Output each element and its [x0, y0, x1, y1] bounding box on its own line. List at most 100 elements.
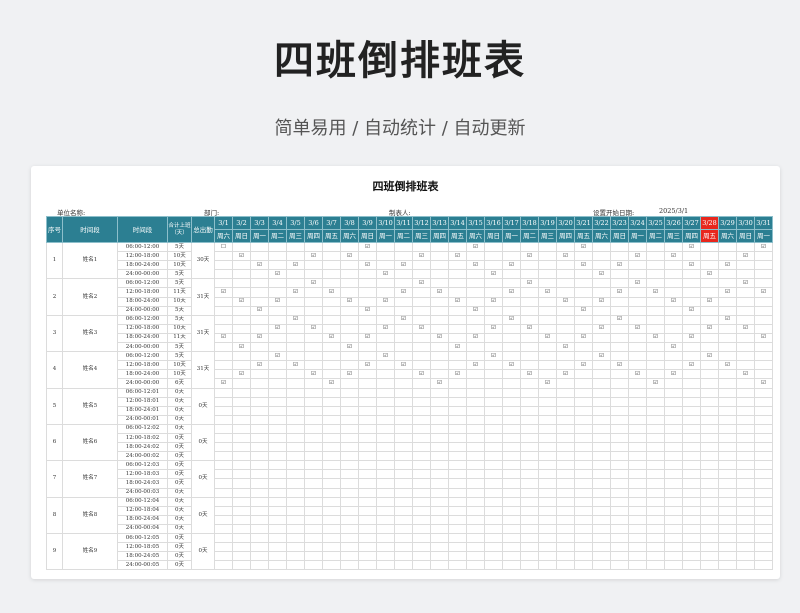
- shift-checkbox[interactable]: [574, 369, 593, 380]
- shift-checkbox[interactable]: [358, 423, 377, 434]
- shift-checkbox[interactable]: [412, 241, 431, 253]
- shift-checkbox[interactable]: [736, 378, 755, 389]
- shift-checkbox[interactable]: [340, 260, 359, 271]
- shift-checkbox[interactable]: ☑: [466, 332, 485, 344]
- shift-checkbox[interactable]: [376, 523, 395, 535]
- shift-checkbox[interactable]: [754, 423, 773, 434]
- shift-checkbox[interactable]: [394, 323, 413, 334]
- shift-checkbox[interactable]: [610, 432, 629, 444]
- shift-checkbox[interactable]: [448, 305, 467, 316]
- shift-checkbox[interactable]: [700, 442, 719, 453]
- shift-checkbox[interactable]: ☑: [754, 241, 773, 253]
- shift-checkbox[interactable]: [376, 360, 395, 371]
- shift-checkbox[interactable]: [250, 414, 269, 425]
- shift-checkbox[interactable]: [736, 487, 755, 498]
- shift-checkbox[interactable]: [286, 423, 305, 434]
- shift-checkbox[interactable]: [556, 505, 575, 516]
- shift-checkbox[interactable]: [412, 332, 431, 344]
- shift-checkbox[interactable]: [682, 478, 701, 489]
- shift-checkbox[interactable]: [340, 496, 359, 507]
- shift-checkbox[interactable]: [250, 442, 269, 453]
- shift-checkbox[interactable]: [502, 278, 521, 289]
- shift-checkbox[interactable]: [754, 514, 773, 525]
- shift-checkbox[interactable]: [358, 251, 377, 262]
- shift-checkbox[interactable]: [250, 241, 269, 253]
- shift-checkbox[interactable]: ☑: [664, 369, 683, 380]
- shift-checkbox[interactable]: [574, 296, 593, 307]
- shift-checkbox[interactable]: ☑: [736, 323, 755, 334]
- shift-checkbox[interactable]: [232, 505, 251, 516]
- shift-checkbox[interactable]: [286, 514, 305, 525]
- shift-checkbox[interactable]: [358, 296, 377, 307]
- shift-checkbox[interactable]: [718, 423, 737, 434]
- shift-checkbox[interactable]: ☑: [574, 305, 593, 316]
- shift-checkbox[interactable]: ☑: [304, 278, 323, 289]
- shift-checkbox[interactable]: [232, 396, 251, 407]
- shift-checkbox[interactable]: [466, 532, 485, 544]
- shift-checkbox[interactable]: [484, 378, 503, 389]
- shift-checkbox[interactable]: ☑: [538, 378, 557, 389]
- shift-checkbox[interactable]: [268, 387, 287, 398]
- shift-checkbox[interactable]: [700, 305, 719, 316]
- shift-checkbox[interactable]: [628, 505, 647, 516]
- shift-checkbox[interactable]: [502, 296, 521, 307]
- shift-checkbox[interactable]: [520, 451, 539, 462]
- shift-checkbox[interactable]: [448, 278, 467, 289]
- shift-checkbox[interactable]: [592, 487, 611, 498]
- shift-checkbox[interactable]: [322, 542, 341, 553]
- shift-checkbox[interactable]: [232, 332, 251, 344]
- shift-checkbox[interactable]: [214, 478, 233, 489]
- shift-checkbox[interactable]: [268, 369, 287, 380]
- shift-checkbox[interactable]: [268, 505, 287, 516]
- shift-checkbox[interactable]: [520, 396, 539, 407]
- shift-checkbox[interactable]: [610, 323, 629, 334]
- shift-checkbox[interactable]: [286, 496, 305, 507]
- shift-checkbox[interactable]: [754, 487, 773, 498]
- shift-checkbox[interactable]: [574, 387, 593, 398]
- shift-checkbox[interactable]: [340, 387, 359, 398]
- shift-checkbox[interactable]: [304, 269, 323, 280]
- shift-checkbox[interactable]: [628, 260, 647, 271]
- shift-checkbox[interactable]: ☑: [574, 241, 593, 253]
- shift-checkbox[interactable]: ☑: [340, 251, 359, 262]
- shift-checkbox[interactable]: [754, 387, 773, 398]
- shift-checkbox[interactable]: [646, 342, 665, 353]
- shift-checkbox[interactable]: [304, 523, 323, 535]
- shift-checkbox[interactable]: [556, 405, 575, 416]
- shift-checkbox[interactable]: [700, 451, 719, 462]
- shift-checkbox[interactable]: [556, 323, 575, 334]
- shift-checkbox[interactable]: [556, 241, 575, 253]
- shift-checkbox[interactable]: [610, 351, 629, 362]
- shift-checkbox[interactable]: [574, 342, 593, 353]
- shift-checkbox[interactable]: [430, 432, 449, 444]
- shift-checkbox[interactable]: [286, 269, 305, 280]
- shift-checkbox[interactable]: ☑: [682, 360, 701, 371]
- shift-checkbox[interactable]: [736, 423, 755, 434]
- shift-checkbox[interactable]: [286, 414, 305, 425]
- shift-checkbox[interactable]: [214, 514, 233, 525]
- shift-checkbox[interactable]: ☑: [394, 260, 413, 271]
- shift-checkbox[interactable]: ☑: [232, 251, 251, 262]
- shift-checkbox[interactable]: [646, 514, 665, 525]
- shift-checkbox[interactable]: [718, 478, 737, 489]
- shift-checkbox[interactable]: [520, 505, 539, 516]
- shift-checkbox[interactable]: [592, 378, 611, 389]
- shift-checkbox[interactable]: [556, 378, 575, 389]
- shift-checkbox[interactable]: [556, 314, 575, 325]
- shift-checkbox[interactable]: [304, 414, 323, 425]
- shift-checkbox[interactable]: [664, 442, 683, 453]
- shift-checkbox[interactable]: ☑: [466, 360, 485, 371]
- shift-checkbox[interactable]: [250, 551, 269, 562]
- shift-checkbox[interactable]: [592, 523, 611, 535]
- shift-checkbox[interactable]: [448, 323, 467, 334]
- shift-checkbox[interactable]: [664, 542, 683, 553]
- shift-checkbox[interactable]: [304, 305, 323, 316]
- shift-checkbox[interactable]: [574, 505, 593, 516]
- shift-checkbox[interactable]: ☑: [340, 369, 359, 380]
- shift-checkbox[interactable]: [394, 432, 413, 444]
- shift-checkbox[interactable]: [628, 360, 647, 371]
- shift-checkbox[interactable]: [466, 487, 485, 498]
- shift-checkbox[interactable]: [376, 241, 395, 253]
- shift-checkbox[interactable]: [412, 296, 431, 307]
- shift-checkbox[interactable]: [538, 460, 557, 471]
